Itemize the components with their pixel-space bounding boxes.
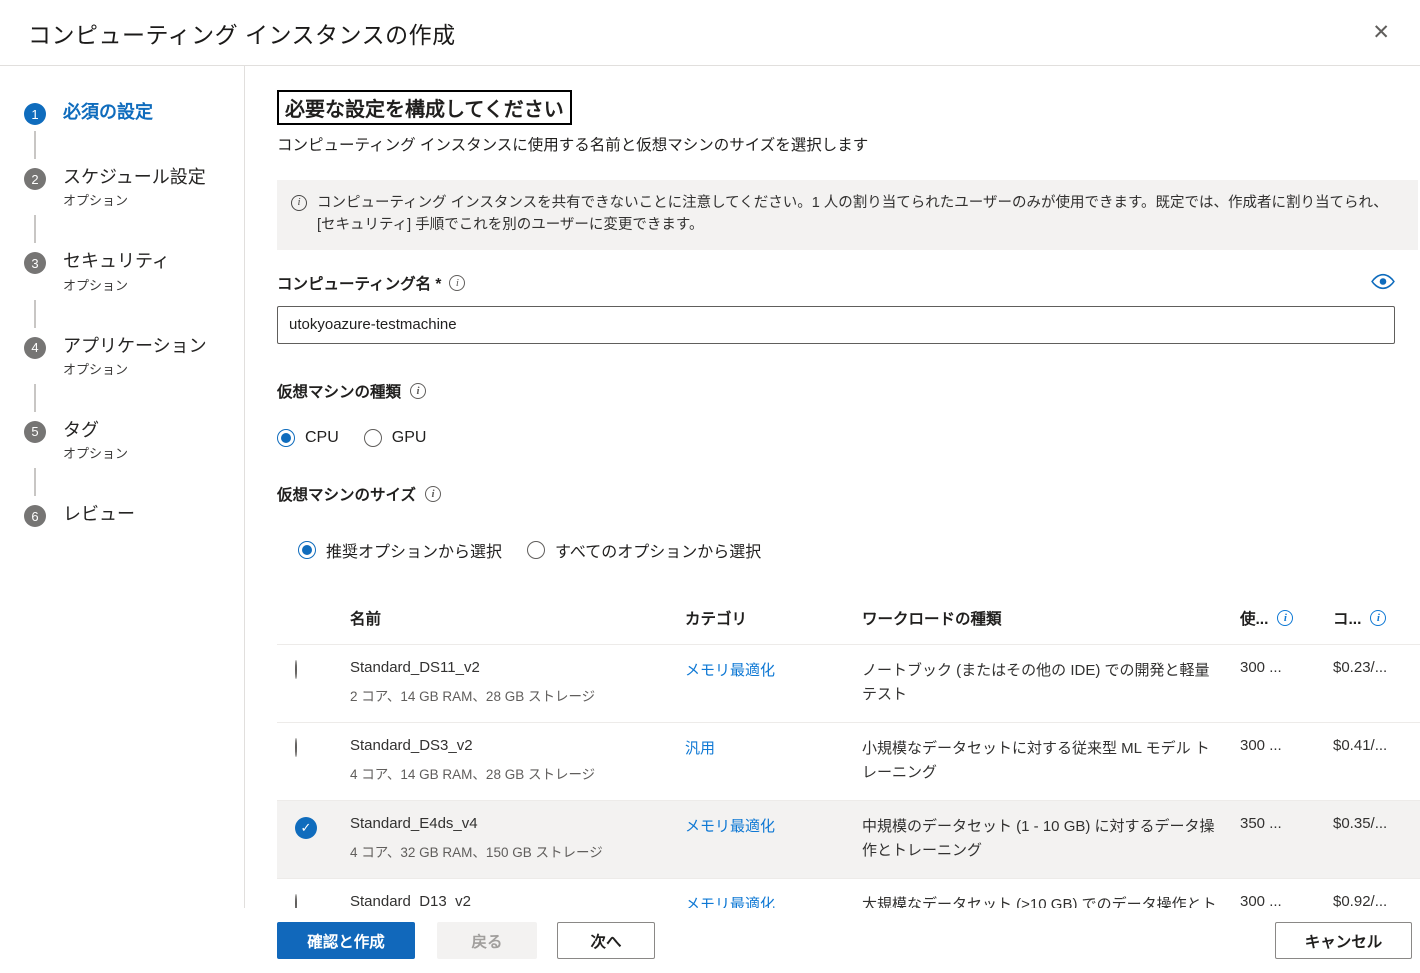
vm-name: Standard_E4ds_v4 — [350, 815, 685, 832]
vm-size-filter-radio-group: 推奨オプションから選択 すべてのオプションから選択 — [298, 538, 1420, 562]
info-banner-text: コンピューティング インスタンスを共有できないことに注意してください。1 人の割… — [317, 192, 1404, 237]
col-header-cost: コ... — [1333, 607, 1361, 629]
vm-size-option-all[interactable]: すべてのオプションから選択 — [527, 538, 761, 562]
back-button[interactable]: 戻る — [437, 922, 537, 959]
main-panel: 必要な設定を構成してください コンピューティング インスタンスに使用する名前と仮… — [277, 66, 1420, 908]
step-number-badge: 1 — [24, 103, 46, 125]
vm-name: Standard_DS11_v2 — [350, 659, 685, 676]
next-button[interactable]: 次へ — [557, 922, 655, 959]
table-row[interactable]: Standard_DS3_v2 4 コア、14 GB RAM、28 GB ストレ… — [277, 722, 1420, 800]
radio-label: すべてのオプションから選択 — [555, 538, 761, 562]
cancel-button[interactable]: キャンセル — [1275, 922, 1412, 959]
vm-type-radio-group: CPU GPU — [277, 429, 1420, 447]
vm-type-label: 仮想マシンの種類 — [277, 380, 401, 402]
radio-icon[interactable] — [277, 429, 295, 447]
vm-size-label: 仮想マシンのサイズ — [277, 483, 416, 505]
col-header-category: カテゴリ — [685, 607, 747, 629]
eye-icon[interactable] — [1371, 273, 1395, 293]
info-banner: i コンピューティング インスタンスを共有できないことに注意してください。1 人… — [277, 180, 1418, 250]
page-subtitle: コンピューティング インスタンスに使用する名前と仮想マシンのサイズを選択します — [277, 133, 1420, 155]
step-number-badge: 2 — [24, 168, 46, 190]
vm-specs: 4 コア、14 GB RAM、28 GB ストレージ — [350, 763, 685, 783]
table-header-row: 名前 カテゴリ ワークロードの種類 使... i コ... i — [277, 594, 1420, 644]
info-icon[interactable]: i — [1370, 610, 1386, 626]
radio-icon[interactable] — [364, 429, 382, 447]
step-sublabel: オプション — [63, 359, 207, 378]
radio-label: CPU — [305, 429, 339, 447]
table-row-selected[interactable]: ✓ Standard_E4ds_v4 4 コア、32 GB RAM、150 GB… — [277, 800, 1420, 878]
radio-icon[interactable] — [295, 738, 297, 757]
radio-label: 推奨オプションから選択 — [326, 538, 502, 562]
radio-icon[interactable] — [298, 541, 316, 559]
page-title: 必要な設定を構成してください — [277, 90, 572, 125]
step-connector — [34, 468, 36, 496]
step-number-badge: 5 — [24, 421, 46, 443]
step-label: スケジュール設定 — [63, 165, 206, 189]
dialog-title: コンピューティング インスタンスの作成 — [28, 16, 456, 50]
vm-workload: ノートブック (またはその他の IDE) での開発と軽量テスト — [862, 659, 1240, 710]
step-sublabel: オプション — [63, 190, 206, 209]
step-sublabel: オプション — [63, 275, 170, 294]
stepper-step-required-settings[interactable]: 1 必須の設定 — [0, 100, 244, 125]
radio-label: GPU — [392, 429, 427, 447]
step-sublabel: オプション — [63, 443, 128, 462]
step-connector — [34, 215, 36, 243]
info-icon[interactable]: i — [425, 486, 441, 502]
vm-size-table: 名前 カテゴリ ワークロードの種類 使... i コ... i Standard… — [277, 594, 1420, 931]
step-label: タグ — [63, 418, 128, 442]
vm-cost: $0.35/... — [1333, 815, 1420, 866]
compute-name-input[interactable] — [277, 306, 1395, 344]
stepper-step-schedule[interactable]: 2 スケジュール設定 オプション — [0, 165, 244, 209]
close-icon[interactable]: ✕ — [1364, 18, 1398, 47]
vm-specs: 2 コア、14 GB RAM、28 GB ストレージ — [350, 685, 685, 705]
vm-workload: 中規模のデータセット (1 - 10 GB) に対するデータ操作とトレーニング — [862, 815, 1240, 866]
info-icon[interactable]: i — [1277, 610, 1293, 626]
step-connector — [34, 384, 36, 412]
vm-category-link[interactable]: メモリ最適化 — [685, 662, 775, 679]
vm-quota: 350 ... — [1240, 815, 1333, 866]
vm-size-option-recommended[interactable]: 推奨オプションから選択 — [298, 538, 502, 562]
stepper-step-security[interactable]: 3 セキュリティ オプション — [0, 249, 244, 293]
col-header-name: 名前 — [350, 607, 381, 629]
stepper-step-applications[interactable]: 4 アプリケーション オプション — [0, 334, 244, 378]
step-number-badge: 3 — [24, 252, 46, 274]
vm-cost: $0.41/... — [1333, 737, 1420, 788]
col-header-quota: 使... — [1240, 607, 1268, 629]
info-icon: i — [291, 195, 307, 211]
col-header-workload: ワークロードの種類 — [862, 607, 1002, 629]
step-connector — [34, 300, 36, 328]
vm-name: Standard_DS3_v2 — [350, 737, 685, 754]
step-number-badge: 6 — [24, 505, 46, 527]
review-create-button[interactable]: 確認と作成 — [277, 922, 415, 959]
info-icon[interactable]: i — [449, 275, 465, 291]
radio-icon[interactable] — [295, 660, 297, 679]
info-icon[interactable]: i — [410, 383, 426, 399]
radio-icon[interactable] — [527, 541, 545, 559]
step-label: セキュリティ — [63, 249, 170, 273]
checked-radio-icon[interactable]: ✓ — [295, 817, 317, 839]
vm-type-option-cpu[interactable]: CPU — [277, 429, 339, 447]
wizard-stepper: 1 必須の設定 2 スケジュール設定 オプション 3 セキュリティ オプション … — [0, 66, 245, 908]
vm-quota: 300 ... — [1240, 737, 1333, 788]
compute-name-label: コンピューティング名 * — [277, 272, 441, 294]
step-number-badge: 4 — [24, 337, 46, 359]
vm-category-link[interactable]: 汎用 — [685, 740, 715, 757]
dialog-footer: 確認と作成 戻る 次へ キャンセル — [0, 908, 1420, 973]
vm-workload: 小規模なデータセットに対する従来型 ML モデル トレーニング — [862, 737, 1240, 788]
step-label: 必須の設定 — [63, 100, 153, 124]
stepper-step-tags[interactable]: 5 タグ オプション — [0, 418, 244, 462]
vm-quota: 300 ... — [1240, 659, 1333, 710]
vm-type-option-gpu[interactable]: GPU — [364, 429, 427, 447]
stepper-step-review[interactable]: 6 レビュー — [0, 502, 244, 527]
table-row[interactable]: Standard_DS11_v2 2 コア、14 GB RAM、28 GB スト… — [277, 644, 1420, 722]
step-label: レビュー — [63, 502, 135, 526]
step-label: アプリケーション — [63, 334, 207, 358]
dialog-header: コンピューティング インスタンスの作成 ✕ — [0, 0, 1420, 66]
step-connector — [34, 131, 36, 159]
vm-category-link[interactable]: メモリ最適化 — [685, 818, 775, 835]
vm-specs: 4 コア、32 GB RAM、150 GB ストレージ — [350, 841, 685, 861]
vm-cost: $0.23/... — [1333, 659, 1420, 710]
